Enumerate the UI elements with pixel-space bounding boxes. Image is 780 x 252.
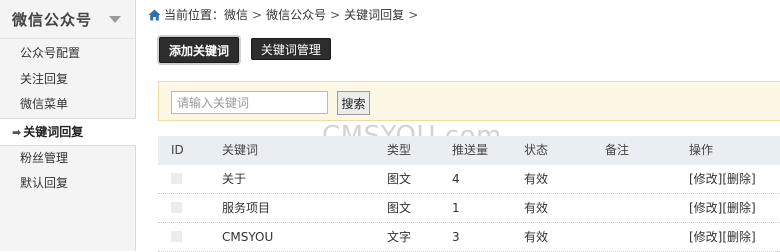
column-header-status: 状态 (524, 143, 549, 157)
sidebar-header[interactable]: 微信公众号 (0, 0, 135, 38)
edit-link[interactable]: [修改] (689, 172, 722, 186)
table-row: 关于 图文 4 有效 [修改][删除] (158, 165, 780, 194)
column-header-keyword: 关键词 (222, 143, 259, 157)
cell-type: 图文 (387, 201, 412, 215)
breadcrumb-item-account[interactable]: 微信公众号 (266, 8, 326, 22)
row-id-placeholder (171, 223, 182, 252)
search-panel: 搜索 (158, 81, 780, 121)
cell-count: 4 (452, 172, 460, 186)
add-keyword-button[interactable]: 添加关键词 (159, 37, 240, 63)
sidebar-item-follow-reply[interactable]: 关注回复 (0, 67, 135, 93)
sidebar-menu: 公众号配置 关注回复 微信菜单 ➡ 关键词回复 粉丝管理 默认回复 (0, 38, 136, 197)
breadcrumb-item-keyword-reply[interactable]: 关键词回复 (344, 8, 404, 22)
arrow-right-icon: ➡ (12, 125, 22, 139)
sidebar-item-label: 公众号配置 (20, 46, 81, 60)
sidebar-item-label: 微信菜单 (20, 97, 69, 111)
sidebar: 微信公众号 公众号配置 关注回复 微信菜单 ➡ 关键词回复 粉丝管理 默认回复 (0, 0, 136, 251)
edit-link[interactable]: [修改] (689, 230, 722, 244)
delete-link[interactable]: [删除] (722, 230, 755, 244)
breadcrumb: 当前位置：微信 > 微信公众号 > 关键词回复 > (136, 0, 780, 26)
keyword-table: ID 关键词 类型 推送量 状态 备注 操作 关于 图文 4 有效 [修改][删… (158, 136, 780, 252)
sidebar-item-default-reply[interactable]: 默认回复 (0, 171, 135, 197)
cell-keyword: 服务项目 (222, 201, 271, 215)
cell-count: 3 (452, 230, 460, 244)
sidebar-item-keyword-reply[interactable]: ➡ 关键词回复 (0, 117, 136, 146)
delete-link[interactable]: [删除] (722, 172, 755, 186)
sidebar-item-label: 关注回复 (20, 71, 69, 86)
edit-link[interactable]: [修改] (689, 201, 722, 215)
cell-ops: [修改][删除] (689, 194, 756, 223)
row-id-placeholder (171, 165, 182, 194)
cell-count: 1 (452, 201, 460, 215)
sidebar-item-label: 默认回复 (20, 176, 69, 190)
cell-status: 有效 (524, 172, 549, 186)
table-header-row: ID 关键词 类型 推送量 状态 备注 操作 (158, 136, 780, 165)
breadcrumb-separator: > (330, 8, 341, 22)
column-header-id: ID (171, 143, 184, 157)
sidebar-item-fans[interactable]: 粉丝管理 (0, 146, 135, 172)
id-placeholder-box (171, 173, 182, 184)
column-header-ops: 操作 (689, 143, 714, 157)
column-header-count: 推送量 (452, 143, 489, 157)
sidebar-item-label: 关键词回复 (23, 124, 84, 139)
search-input[interactable] (171, 91, 328, 114)
sidebar-item-account-config[interactable]: 公众号配置 (0, 41, 135, 67)
column-header-note: 备注 (605, 143, 630, 157)
cell-status: 有效 (524, 230, 549, 244)
table-row: CMSYOU 文字 3 有效 [修改][删除] (158, 223, 780, 252)
toolbar: 添加关键词 关键词管理 (159, 37, 339, 63)
cell-keyword: CMSYOU (222, 230, 274, 244)
keyword-manage-button[interactable]: 关键词管理 (250, 38, 331, 60)
id-placeholder-box (171, 202, 182, 213)
cell-ops: [修改][删除] (689, 165, 756, 194)
main-content: 当前位置：微信>微信公众号>关键词回复> 添加关键词 关键词管理 搜索 CMSY… (136, 0, 780, 252)
chevron-down-icon[interactable] (109, 16, 121, 23)
id-placeholder-box (171, 231, 182, 242)
breadcrumb-prefix: 当前位置： (164, 8, 225, 22)
home-icon[interactable] (148, 9, 161, 24)
sidebar-item-wechat-menu[interactable]: 微信菜单 (0, 92, 135, 118)
cell-ops: [修改][删除] (689, 223, 756, 252)
cell-type: 图文 (387, 172, 412, 186)
delete-link[interactable]: [删除] (722, 201, 755, 215)
sidebar-item-label: 粉丝管理 (20, 150, 69, 165)
breadcrumb-item-wechat[interactable]: 微信 (224, 8, 248, 22)
breadcrumb-separator: > (408, 8, 419, 22)
cell-type: 文字 (387, 230, 412, 244)
table-row: 服务项目 图文 1 有效 [修改][删除] (158, 194, 780, 223)
search-button[interactable]: 搜索 (337, 91, 370, 115)
sidebar-title: 微信公众号 (12, 11, 93, 29)
row-id-placeholder (171, 194, 182, 223)
cell-status: 有效 (524, 201, 549, 215)
cell-keyword: 关于 (222, 172, 247, 186)
column-header-type: 类型 (387, 143, 412, 157)
breadcrumb-separator: > (252, 8, 263, 22)
